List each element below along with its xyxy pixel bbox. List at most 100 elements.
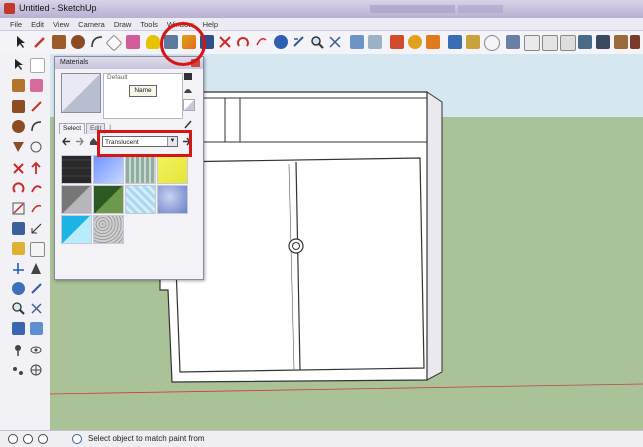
tab-select[interactable]: Select bbox=[59, 123, 86, 134]
material-swatch[interactable] bbox=[125, 155, 156, 184]
material-swatch[interactable] bbox=[61, 155, 92, 184]
line-tool-icon[interactable] bbox=[30, 100, 43, 113]
wireframe-icon[interactable] bbox=[596, 35, 610, 49]
rotate-tool-icon[interactable] bbox=[12, 182, 25, 195]
menu-tools[interactable]: Tools bbox=[140, 20, 158, 29]
axes-tool-icon[interactable] bbox=[12, 262, 25, 275]
menu-camera[interactable]: Camera bbox=[78, 20, 105, 29]
menu-help[interactable]: Help bbox=[203, 20, 218, 29]
shadows-icon[interactable] bbox=[408, 35, 422, 49]
move-tool-icon[interactable] bbox=[12, 162, 25, 175]
follow-me-icon[interactable] bbox=[236, 35, 250, 49]
zoom-extents-icon[interactable] bbox=[328, 35, 342, 49]
menu-edit[interactable]: Edit bbox=[31, 20, 44, 29]
camera-icon[interactable] bbox=[390, 35, 404, 49]
push-pull-tool-icon[interactable] bbox=[30, 161, 43, 175]
scale-tool-icon[interactable] bbox=[12, 202, 25, 215]
display-secondary-pane-icon[interactable] bbox=[183, 71, 193, 81]
material-swatch-grid bbox=[61, 155, 188, 247]
bottom-view-icon[interactable] bbox=[560, 35, 576, 51]
geo-location-icon[interactable] bbox=[8, 434, 18, 444]
walk-tool-icon[interactable] bbox=[12, 364, 25, 377]
position-camera-tool-icon[interactable] bbox=[12, 344, 25, 357]
forward-arrow-icon[interactable] bbox=[75, 137, 84, 146]
back-view-icon[interactable] bbox=[524, 35, 540, 51]
eraser-tool-icon[interactable] bbox=[30, 79, 43, 92]
offset-tool-icon[interactable] bbox=[30, 202, 43, 215]
back-arrow-icon[interactable] bbox=[62, 137, 71, 146]
pan-icon[interactable] bbox=[292, 35, 306, 49]
material-swatch[interactable] bbox=[93, 155, 124, 184]
pencil-icon[interactable] bbox=[33, 35, 47, 49]
tape-icon[interactable] bbox=[126, 35, 140, 49]
walk-icon[interactable] bbox=[350, 35, 364, 49]
menu-draw[interactable]: Draw bbox=[114, 20, 132, 29]
zoom-window-tool-icon[interactable] bbox=[30, 302, 43, 315]
material-swatch[interactable] bbox=[157, 185, 188, 214]
follow-me-tool-icon[interactable] bbox=[30, 182, 43, 195]
credits-icon[interactable] bbox=[23, 434, 33, 444]
circle-icon[interactable] bbox=[71, 35, 85, 49]
materials-panel: Materials Default Name Select Edit | Tra… bbox=[54, 56, 204, 280]
rectangle-tool-icon[interactable] bbox=[12, 100, 25, 113]
material-swatch[interactable] bbox=[93, 185, 124, 214]
protractor-tool-icon[interactable] bbox=[12, 242, 25, 255]
material-preview-swatch bbox=[61, 73, 101, 113]
material-swatch[interactable] bbox=[61, 215, 92, 244]
orbit-tool-icon[interactable] bbox=[12, 282, 25, 295]
freehand-tool-icon[interactable] bbox=[30, 140, 43, 153]
orbit-icon[interactable] bbox=[274, 35, 288, 49]
arc-icon[interactable] bbox=[90, 35, 104, 49]
previous-view-tool-icon[interactable] bbox=[30, 322, 43, 335]
select-icon[interactable] bbox=[14, 35, 28, 49]
create-material-icon[interactable] bbox=[183, 85, 193, 95]
component-tool-icon[interactable] bbox=[30, 58, 45, 73]
dimension-tool-icon[interactable] bbox=[30, 222, 43, 235]
sample-paint-icon[interactable] bbox=[183, 119, 193, 129]
textured-icon[interactable] bbox=[630, 35, 640, 49]
menu-view[interactable]: View bbox=[53, 20, 69, 29]
polygon-tool-icon[interactable] bbox=[12, 140, 25, 153]
iso-view-icon[interactable] bbox=[448, 35, 462, 49]
fog-icon[interactable] bbox=[426, 35, 440, 49]
xray-icon[interactable] bbox=[578, 35, 592, 49]
left-view-icon[interactable] bbox=[542, 35, 558, 51]
paint-tool-icon[interactable] bbox=[12, 79, 25, 92]
look-around-tool-icon[interactable] bbox=[30, 344, 43, 357]
top-view-icon[interactable] bbox=[466, 35, 480, 49]
pan-tool-icon[interactable] bbox=[30, 282, 43, 295]
section-plane-tool-icon[interactable] bbox=[30, 364, 43, 377]
material-name-button[interactable]: Name bbox=[129, 85, 157, 97]
tape-measure-tool-icon[interactable] bbox=[12, 222, 25, 235]
material-swatch[interactable] bbox=[125, 185, 156, 214]
front-view-icon[interactable] bbox=[484, 35, 500, 51]
text-tool-icon[interactable] bbox=[30, 242, 45, 257]
shaded-icon[interactable] bbox=[614, 35, 628, 49]
select-tool-icon[interactable] bbox=[12, 58, 25, 71]
eraser-icon[interactable] bbox=[105, 34, 123, 52]
look-around-icon[interactable] bbox=[368, 35, 382, 49]
rotate-icon[interactable] bbox=[218, 35, 232, 49]
right-view-icon[interactable] bbox=[506, 35, 520, 49]
circle-tool-icon[interactable] bbox=[12, 120, 25, 133]
zoom-icon[interactable] bbox=[310, 35, 324, 49]
default-material-label: Default bbox=[107, 74, 128, 81]
zoom-tool-icon[interactable] bbox=[12, 302, 25, 315]
user-icon[interactable] bbox=[38, 434, 48, 444]
zoom-extents-tool-icon[interactable] bbox=[12, 322, 25, 335]
material-swatch[interactable] bbox=[61, 185, 92, 214]
3d-text-tool-icon[interactable] bbox=[30, 262, 43, 275]
rectangle-icon[interactable] bbox=[52, 35, 66, 49]
menu-bar: File Edit View Camera Draw Tools Window … bbox=[0, 18, 643, 31]
blurred-title-region bbox=[370, 5, 455, 13]
help-icon[interactable] bbox=[72, 434, 82, 444]
menu-file[interactable]: File bbox=[10, 20, 22, 29]
red-axis-line bbox=[50, 383, 643, 395]
material-swatch[interactable] bbox=[157, 155, 188, 184]
material-swatch[interactable] bbox=[93, 215, 124, 244]
text-icon[interactable] bbox=[146, 35, 160, 49]
default-material-icon[interactable] bbox=[183, 99, 195, 111]
offset-icon[interactable] bbox=[254, 35, 268, 49]
arc-tool-icon[interactable] bbox=[30, 120, 43, 133]
door-handle bbox=[288, 238, 304, 254]
